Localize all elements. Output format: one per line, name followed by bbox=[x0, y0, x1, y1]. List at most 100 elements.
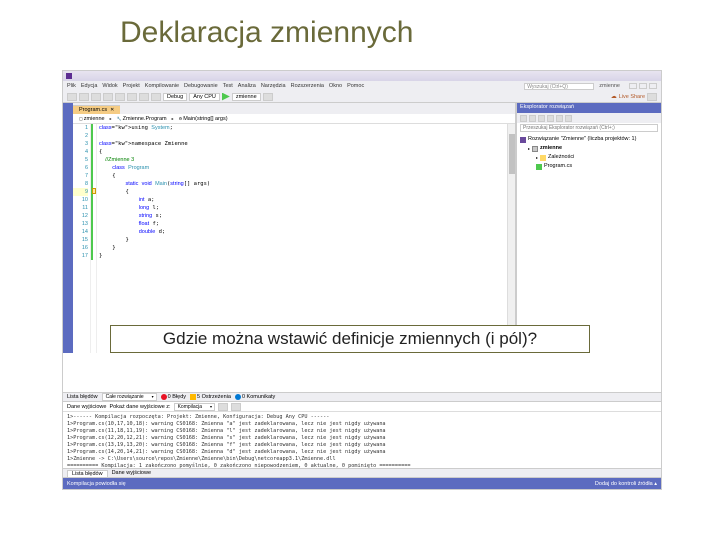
menu-extensions[interactable]: Rozszerzenia bbox=[291, 83, 324, 89]
step-button[interactable] bbox=[263, 93, 273, 101]
tab-label: Program.cs bbox=[79, 107, 107, 113]
explorer-title: Eksplorator rozwiązań bbox=[517, 103, 661, 113]
vertical-scrollbar[interactable] bbox=[507, 124, 515, 353]
collapse-icon[interactable] bbox=[538, 115, 545, 122]
properties-icon[interactable] bbox=[556, 115, 563, 122]
source-control-button[interactable]: Dodaj do kontroli źródła ▴ bbox=[595, 481, 657, 487]
breadcrumb-method[interactable]: ⚙Main(string[] args) bbox=[176, 115, 231, 123]
error-icon bbox=[161, 394, 167, 400]
warning-count-button[interactable]: 5 Ostrzeżenia bbox=[190, 394, 231, 400]
line-number-gutter: 1234567891011121314151617 bbox=[73, 124, 91, 353]
explorer-tree: Rozwiązanie "Zmienne" (liczba projektów:… bbox=[517, 133, 661, 353]
undo-button[interactable] bbox=[139, 93, 149, 101]
code-text[interactable]: class="kw">using System; class="kw">name… bbox=[97, 124, 507, 353]
scope-dropdown[interactable]: Całe rozwiązanie bbox=[102, 393, 157, 401]
save-button[interactable] bbox=[115, 93, 125, 101]
tab-error-list[interactable]: Lista błędów bbox=[67, 470, 108, 477]
live-share-label: Live Share bbox=[619, 94, 645, 100]
menu-project[interactable]: Projekt bbox=[123, 83, 140, 89]
menu-window[interactable]: Okno bbox=[329, 83, 342, 89]
menu-file[interactable]: Plik bbox=[67, 83, 76, 89]
breadcrumb: ▢zmienne ▸ 🔧Zmienne.Program ▸ ⚙Main(stri… bbox=[73, 114, 515, 124]
titlebar bbox=[63, 71, 661, 81]
minimize-button[interactable] bbox=[629, 83, 637, 89]
bottom-tabstrip: Lista błędów Dane wyjściowe bbox=[63, 468, 661, 478]
preview-icon[interactable] bbox=[565, 115, 572, 122]
breadcrumb-project[interactable]: ▢zmienne bbox=[76, 115, 108, 123]
output-title: Dane wyjściowe bbox=[67, 404, 106, 410]
nav-back-button[interactable] bbox=[67, 93, 77, 101]
output-header: Dane wyjściowe Pokaż dane wyjściowe z: K… bbox=[63, 402, 661, 412]
account-icon[interactable] bbox=[647, 93, 657, 101]
cs-file-icon bbox=[536, 164, 542, 170]
tab-program-cs[interactable]: Program.cs ✕ bbox=[73, 105, 120, 114]
save-all-button[interactable] bbox=[127, 93, 137, 101]
explorer-search-input[interactable] bbox=[520, 124, 658, 132]
live-share-button[interactable]: ☁ Live Share bbox=[611, 93, 645, 100]
home-icon[interactable] bbox=[520, 115, 527, 122]
menubar: Plik Edycja Widok Projekt Kompilowanie D… bbox=[63, 81, 661, 91]
nav-fwd-button[interactable] bbox=[79, 93, 89, 101]
message-count-button[interactable]: 0 Komunikaty bbox=[235, 394, 275, 400]
ide-window: Plik Edycja Widok Projekt Kompilowanie D… bbox=[62, 70, 662, 490]
menu-help[interactable]: Pomoc bbox=[347, 83, 364, 89]
status-text: Kompilacja powiodła się bbox=[67, 481, 126, 487]
error-count-button[interactable]: 0 Błędy bbox=[161, 394, 186, 400]
side-tool-strip[interactable] bbox=[63, 103, 73, 353]
menu-view[interactable]: Widok bbox=[102, 83, 117, 89]
new-button[interactable] bbox=[91, 93, 101, 101]
config-dropdown[interactable]: Debug bbox=[163, 93, 187, 101]
toolbar: Debug Any CPU zmienne ☁ Live Share bbox=[63, 91, 661, 103]
run-target-dropdown[interactable]: zmienne bbox=[232, 93, 261, 101]
run-icon[interactable] bbox=[222, 93, 230, 101]
slide-title: Deklaracja zmiennych bbox=[0, 0, 720, 60]
maximize-button[interactable] bbox=[639, 83, 647, 89]
vs-logo-icon bbox=[66, 73, 72, 79]
explorer-toolbar bbox=[517, 113, 661, 123]
window-controls bbox=[629, 83, 657, 89]
tab-close-icon[interactable]: ✕ bbox=[110, 107, 114, 113]
breadcrumb-class[interactable]: 🔧Zmienne.Program bbox=[114, 115, 170, 123]
lightbulb-icon[interactable] bbox=[92, 188, 96, 194]
menu-debug[interactable]: Debugowanie bbox=[184, 83, 218, 89]
info-icon bbox=[235, 394, 241, 400]
bottom-panel: Lista błędów Całe rozwiązanie 0 Błędy 5 … bbox=[63, 392, 661, 489]
tree-solution[interactable]: Rozwiązanie "Zmienne" (liczba projektów:… bbox=[520, 135, 658, 144]
menu-test[interactable]: Test bbox=[223, 83, 233, 89]
tree-dependencies[interactable]: ▸Zależności bbox=[520, 153, 658, 162]
show-all-icon[interactable] bbox=[547, 115, 554, 122]
output-source-dropdown[interactable]: Kompilacja bbox=[174, 403, 215, 411]
error-list-header: Lista błędów Całe rozwiązanie 0 Błędy 5 … bbox=[63, 392, 661, 402]
open-button[interactable] bbox=[103, 93, 113, 101]
cloud-icon: ☁ bbox=[611, 93, 617, 100]
platform-dropdown[interactable]: Any CPU bbox=[189, 93, 220, 101]
tree-file-program[interactable]: Program.cs bbox=[520, 162, 658, 171]
menu-tools[interactable]: Narzędzia bbox=[261, 83, 286, 89]
code-editor[interactable]: 1234567891011121314151617 class="kw">usi… bbox=[73, 124, 515, 353]
error-list-title: Lista błędów bbox=[67, 394, 98, 400]
solution-name-label: zmienne bbox=[599, 83, 620, 89]
search-input[interactable]: Wyszukaj (Ctrl+Q) bbox=[524, 83, 594, 90]
tab-output[interactable]: Dane wyjściowe bbox=[112, 470, 151, 476]
redo-button[interactable] bbox=[151, 93, 161, 101]
menu-analyze[interactable]: Analiza bbox=[238, 83, 256, 89]
close-button[interactable] bbox=[649, 83, 657, 89]
menu-edit[interactable]: Edycja bbox=[81, 83, 98, 89]
output-text[interactable]: 1>------ Kompilacja rozpoczęta: Projekt:… bbox=[63, 412, 661, 468]
refresh-icon[interactable] bbox=[529, 115, 536, 122]
tree-project[interactable]: ▸zmienne bbox=[520, 144, 658, 153]
explorer-search bbox=[517, 123, 661, 133]
word-wrap-icon[interactable] bbox=[231, 403, 241, 411]
csproj-icon bbox=[532, 146, 538, 152]
solution-icon bbox=[520, 137, 526, 143]
main-area: Program.cs ✕ ▢zmienne ▸ 🔧Zmienne.Program… bbox=[63, 103, 661, 353]
statusbar: Kompilacja powiodła się Dodaj do kontrol… bbox=[63, 478, 661, 489]
output-source-label: Pokaż dane wyjściowe z: bbox=[109, 404, 170, 410]
margin bbox=[91, 124, 97, 353]
slide-callout: Gdzie można wstawić definicje zmiennych … bbox=[110, 325, 590, 353]
clear-output-icon[interactable] bbox=[218, 403, 228, 411]
menu-build[interactable]: Kompilowanie bbox=[145, 83, 179, 89]
editor-tabbar: Program.cs ✕ bbox=[73, 103, 515, 114]
dependencies-icon bbox=[540, 155, 546, 161]
scrollbar-thumb[interactable] bbox=[509, 134, 515, 174]
